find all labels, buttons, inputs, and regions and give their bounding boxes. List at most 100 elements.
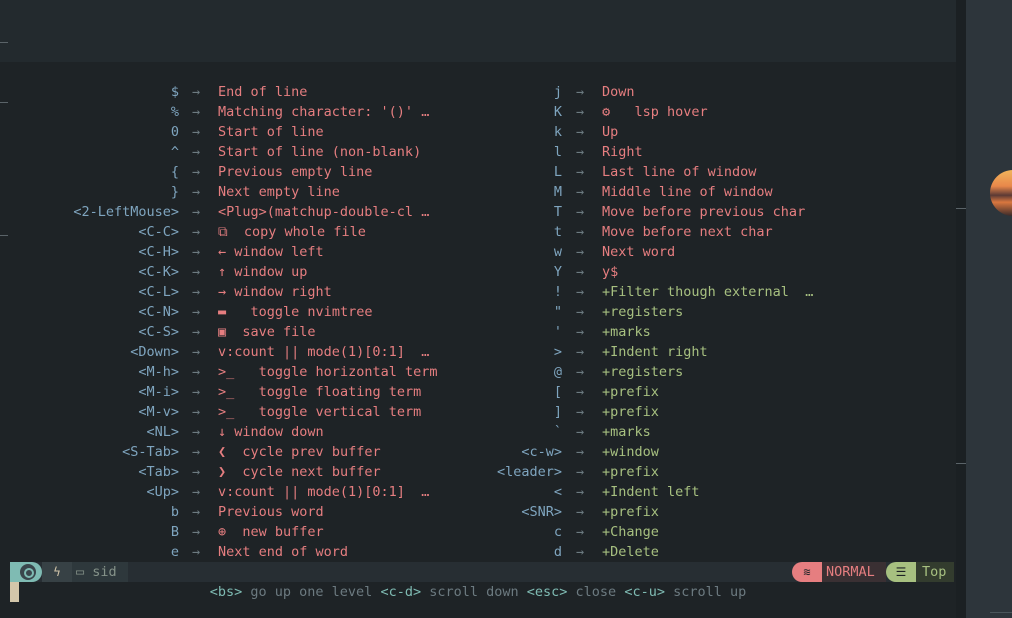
keymap-group[interactable]: +Indent right <box>602 342 708 362</box>
keymap-key[interactable]: <C-H> <box>0 242 179 262</box>
keymap-key[interactable]: B <box>0 522 179 542</box>
keymap-description[interactable]: ⧉ copy whole file <box>218 222 366 242</box>
keymap-description[interactable]: Last line of window <box>602 162 756 182</box>
keymap-key[interactable]: k <box>362 122 562 142</box>
keymap-key[interactable]: <M-i> <box>0 382 179 402</box>
keymap-description[interactable]: Up <box>602 122 618 142</box>
description-text: window down <box>234 424 324 440</box>
keymap-key[interactable]: M <box>362 182 562 202</box>
keymap-description[interactable]: ▣ save file <box>218 322 316 342</box>
keymap-key[interactable]: <C-C> <box>0 222 179 242</box>
keymap-key[interactable]: } <box>0 182 179 202</box>
keymap-group[interactable]: +prefix <box>602 382 659 402</box>
keymap-key[interactable]: [ <box>362 382 562 402</box>
keymap-key[interactable]: b <box>0 502 179 522</box>
keymap-key[interactable]: <C-S> <box>0 322 179 342</box>
description-text: +prefix <box>602 504 659 520</box>
keymap-group[interactable]: +prefix <box>602 502 659 522</box>
keymap-key[interactable]: " <box>362 302 562 322</box>
keymap-key[interactable]: <NL> <box>0 422 179 442</box>
which-key-panel: $ → End of line% → Matching character: '()' … <box>10 62 954 562</box>
keymap-group[interactable]: +prefix <box>602 462 659 482</box>
keymap-key[interactable]: <leader> <box>362 462 562 482</box>
keymap-description[interactable]: Middle line of window <box>602 182 773 202</box>
keymap-key[interactable]: <Down> <box>0 342 179 362</box>
keymap-key[interactable]: ] <box>362 402 562 422</box>
keymap-group[interactable]: +Indent left <box>602 482 700 502</box>
keymap-key[interactable]: e <box>0 542 179 562</box>
keymap-description[interactable]: End of line <box>218 82 307 102</box>
keymap-key[interactable]: <S-Tab> <box>0 442 179 462</box>
keymap-key[interactable]: ^ <box>0 142 179 162</box>
keymap-group[interactable]: +marks <box>602 422 651 442</box>
cwd-label: sid <box>92 564 117 580</box>
keymap-group[interactable]: +prefix <box>602 402 659 422</box>
keymap-key[interactable]: j <box>362 82 562 102</box>
keymap-description[interactable]: Next word <box>602 242 675 262</box>
keymap-description[interactable]: Down <box>602 82 635 102</box>
keymap-description[interactable]: Move before previous char <box>602 202 805 222</box>
keymap-key[interactable]: c <box>362 522 562 542</box>
keymap-description[interactable]: y$ <box>602 262 618 282</box>
keymap-key[interactable]: < <box>362 482 562 502</box>
divider <box>956 463 966 464</box>
keymap-description[interactable]: ⊕ new buffer <box>218 522 324 542</box>
keymap-key[interactable]: <c-w> <box>362 442 562 462</box>
keymap-key[interactable]: <C-N> <box>0 302 179 322</box>
keymap-group[interactable]: +marks <box>602 322 651 342</box>
keymap-description[interactable]: ❯ cycle next buffer <box>218 462 381 482</box>
help-line: <bs> go up one level <c-d> scroll down <… <box>0 582 956 602</box>
keymap-description[interactable]: ❮ cycle prev buffer <box>218 442 381 462</box>
keymap-group[interactable]: +window <box>602 442 659 462</box>
keymap-group[interactable]: +registers <box>602 302 683 322</box>
keymap-key[interactable]: $ <box>0 82 179 102</box>
keymap-description[interactable]: Next end of word <box>218 542 348 562</box>
keymap-description[interactable]: ↑ window up <box>218 262 307 282</box>
keymap-description[interactable]: Move before next char <box>602 222 773 242</box>
keymap-key[interactable]: { <box>0 162 179 182</box>
keymap-description[interactable]: ↓ window down <box>218 422 324 442</box>
keymap-key[interactable]: ` <box>362 422 562 442</box>
keymap-key[interactable]: T <box>362 202 562 222</box>
keymap-group[interactable]: +Filter though external … <box>602 282 813 302</box>
keymap-key[interactable]: 0 <box>0 122 179 142</box>
keymap-description[interactable]: Start of line <box>218 122 324 142</box>
arrow-icon: → <box>576 144 585 160</box>
keymap-key[interactable]: <2-LeftMouse> <box>0 202 179 222</box>
help-key: <bs> <box>209 584 243 600</box>
description-text: End of line <box>218 84 308 100</box>
keymap-key[interactable]: ! <box>362 282 562 302</box>
keymap-description[interactable]: ← window left <box>218 242 324 262</box>
keymap-key[interactable]: <C-K> <box>0 262 179 282</box>
keymap-key[interactable]: l <box>362 142 562 162</box>
keymap-key[interactable]: K <box>362 102 562 122</box>
keymap-description[interactable]: → window right <box>218 282 332 302</box>
keymap-description[interactable]: Right <box>602 142 643 162</box>
keymap-key[interactable]: <Tab> <box>0 462 179 482</box>
description-text: Move before next char <box>602 224 773 240</box>
keymap-key[interactable]: ' <box>362 322 562 342</box>
keymap-key[interactable]: <M-v> <box>0 402 179 422</box>
keymap-key[interactable]: w <box>362 242 562 262</box>
keymap-key[interactable]: % <box>0 102 179 122</box>
vim-mode-label: NORMAL <box>822 562 886 582</box>
keymap-key[interactable]: t <box>362 222 562 242</box>
keymap-key[interactable]: <C-L> <box>0 282 179 302</box>
keymap-key[interactable]: <SNR> <box>362 502 562 522</box>
keymap-key[interactable]: @ <box>362 362 562 382</box>
keymap-description[interactable]: Previous empty line <box>218 162 372 182</box>
keymap-description[interactable]: ⚙ lsp hover <box>602 102 708 122</box>
keymap-group[interactable]: +Delete <box>602 542 659 562</box>
keymap-key[interactable]: Y <box>362 262 562 282</box>
keymap-description[interactable]: Next empty line <box>218 182 340 202</box>
keymap-key[interactable]: L <box>362 162 562 182</box>
keymap-key[interactable]: > <box>362 342 562 362</box>
keymap-description[interactable]: Previous word <box>218 502 324 522</box>
keymap-key[interactable]: d <box>362 542 562 562</box>
keymap-key[interactable]: <M-h> <box>0 362 179 382</box>
keymap-group[interactable]: +registers <box>602 362 683 382</box>
keymap-description[interactable]: ▬ toggle nvimtree <box>218 302 372 322</box>
keymap-key[interactable]: <Up> <box>0 482 179 502</box>
description-text: Previous word <box>218 504 324 520</box>
keymap-group[interactable]: +Change <box>602 522 659 542</box>
